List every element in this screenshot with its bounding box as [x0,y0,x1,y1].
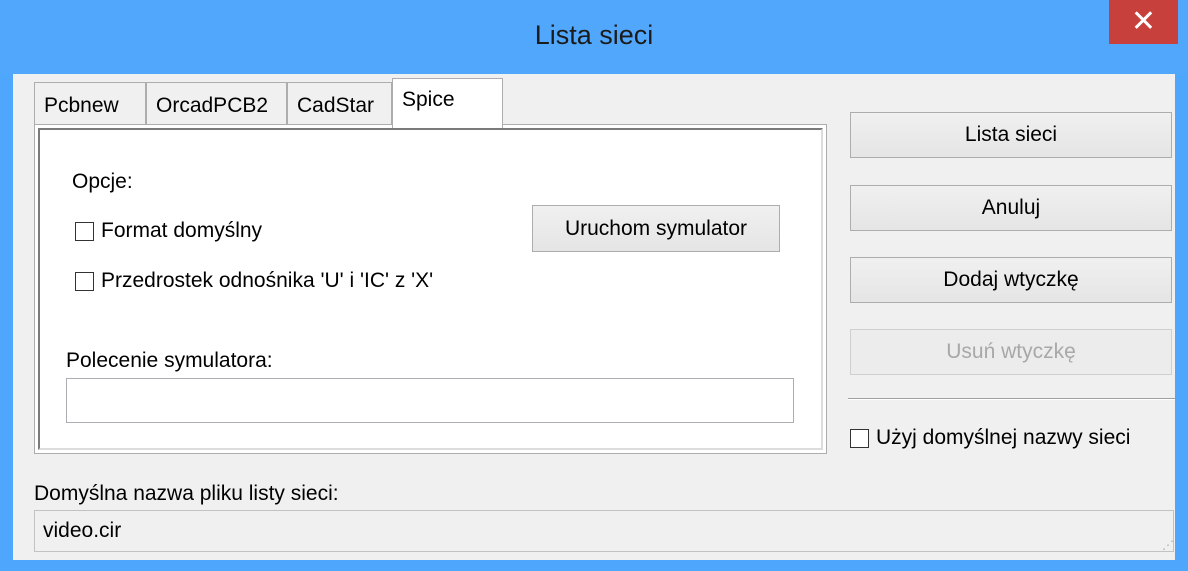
tab-label: Pcbnew [44,94,119,117]
tab-label: Spice [402,88,455,111]
default-format-checkbox[interactable] [75,222,94,241]
window-title: Lista sieci [534,20,654,50]
close-button[interactable]: ✕ [1109,0,1178,44]
close-icon: ✕ [1130,5,1157,38]
separator [848,398,1175,400]
simulator-command-label: Polecenie symulatora: [66,349,273,372]
resize-grip-icon[interactable]: ⋰ [1162,539,1175,551]
default-format-label[interactable]: Format domyślny [101,219,262,243]
run-simulator-button[interactable]: Uruchom symulator [532,205,780,252]
remove-plugin-button[interactable]: Usuń wtyczkę [850,329,1172,375]
use-default-name-label[interactable]: Użyj domyślnej nazwy sieci [876,426,1130,450]
tab-spice[interactable]: Spice [392,78,503,128]
options-label: Opcje: [72,170,133,193]
prefix-references-checkbox[interactable] [75,272,94,291]
spice-tab-panel: Opcje: Format domyślny Przedrostek odnoś… [34,124,827,454]
dialog-client-area: Pcbnew OrcadPCB2 CadStar Spice Opcje: Fo… [13,74,1175,560]
simulator-command-input[interactable] [66,378,794,423]
netlist-button[interactable]: Lista sieci [850,112,1172,158]
tab-orcadpcb2[interactable]: OrcadPCB2 [146,82,287,126]
filename-input[interactable]: video.cir [34,510,1174,552]
prefix-references-label[interactable]: Przedrostek odnośnika 'U' i 'IC' z 'X' [101,269,433,293]
use-default-name-checkbox[interactable] [850,429,869,448]
tab-label: CadStar [297,94,375,117]
filename-label: Domyślna nazwa pliku listy sieci: [34,482,339,505]
title-bar: Lista sieci ✕ [0,0,1188,74]
tab-pcbnew[interactable]: Pcbnew [34,82,146,126]
tab-label: OrcadPCB2 [156,94,269,117]
tab-cadstar[interactable]: CadStar [287,82,392,126]
cancel-button[interactable]: Anuluj [850,185,1172,231]
add-plugin-button[interactable]: Dodaj wtyczkę [850,257,1172,303]
